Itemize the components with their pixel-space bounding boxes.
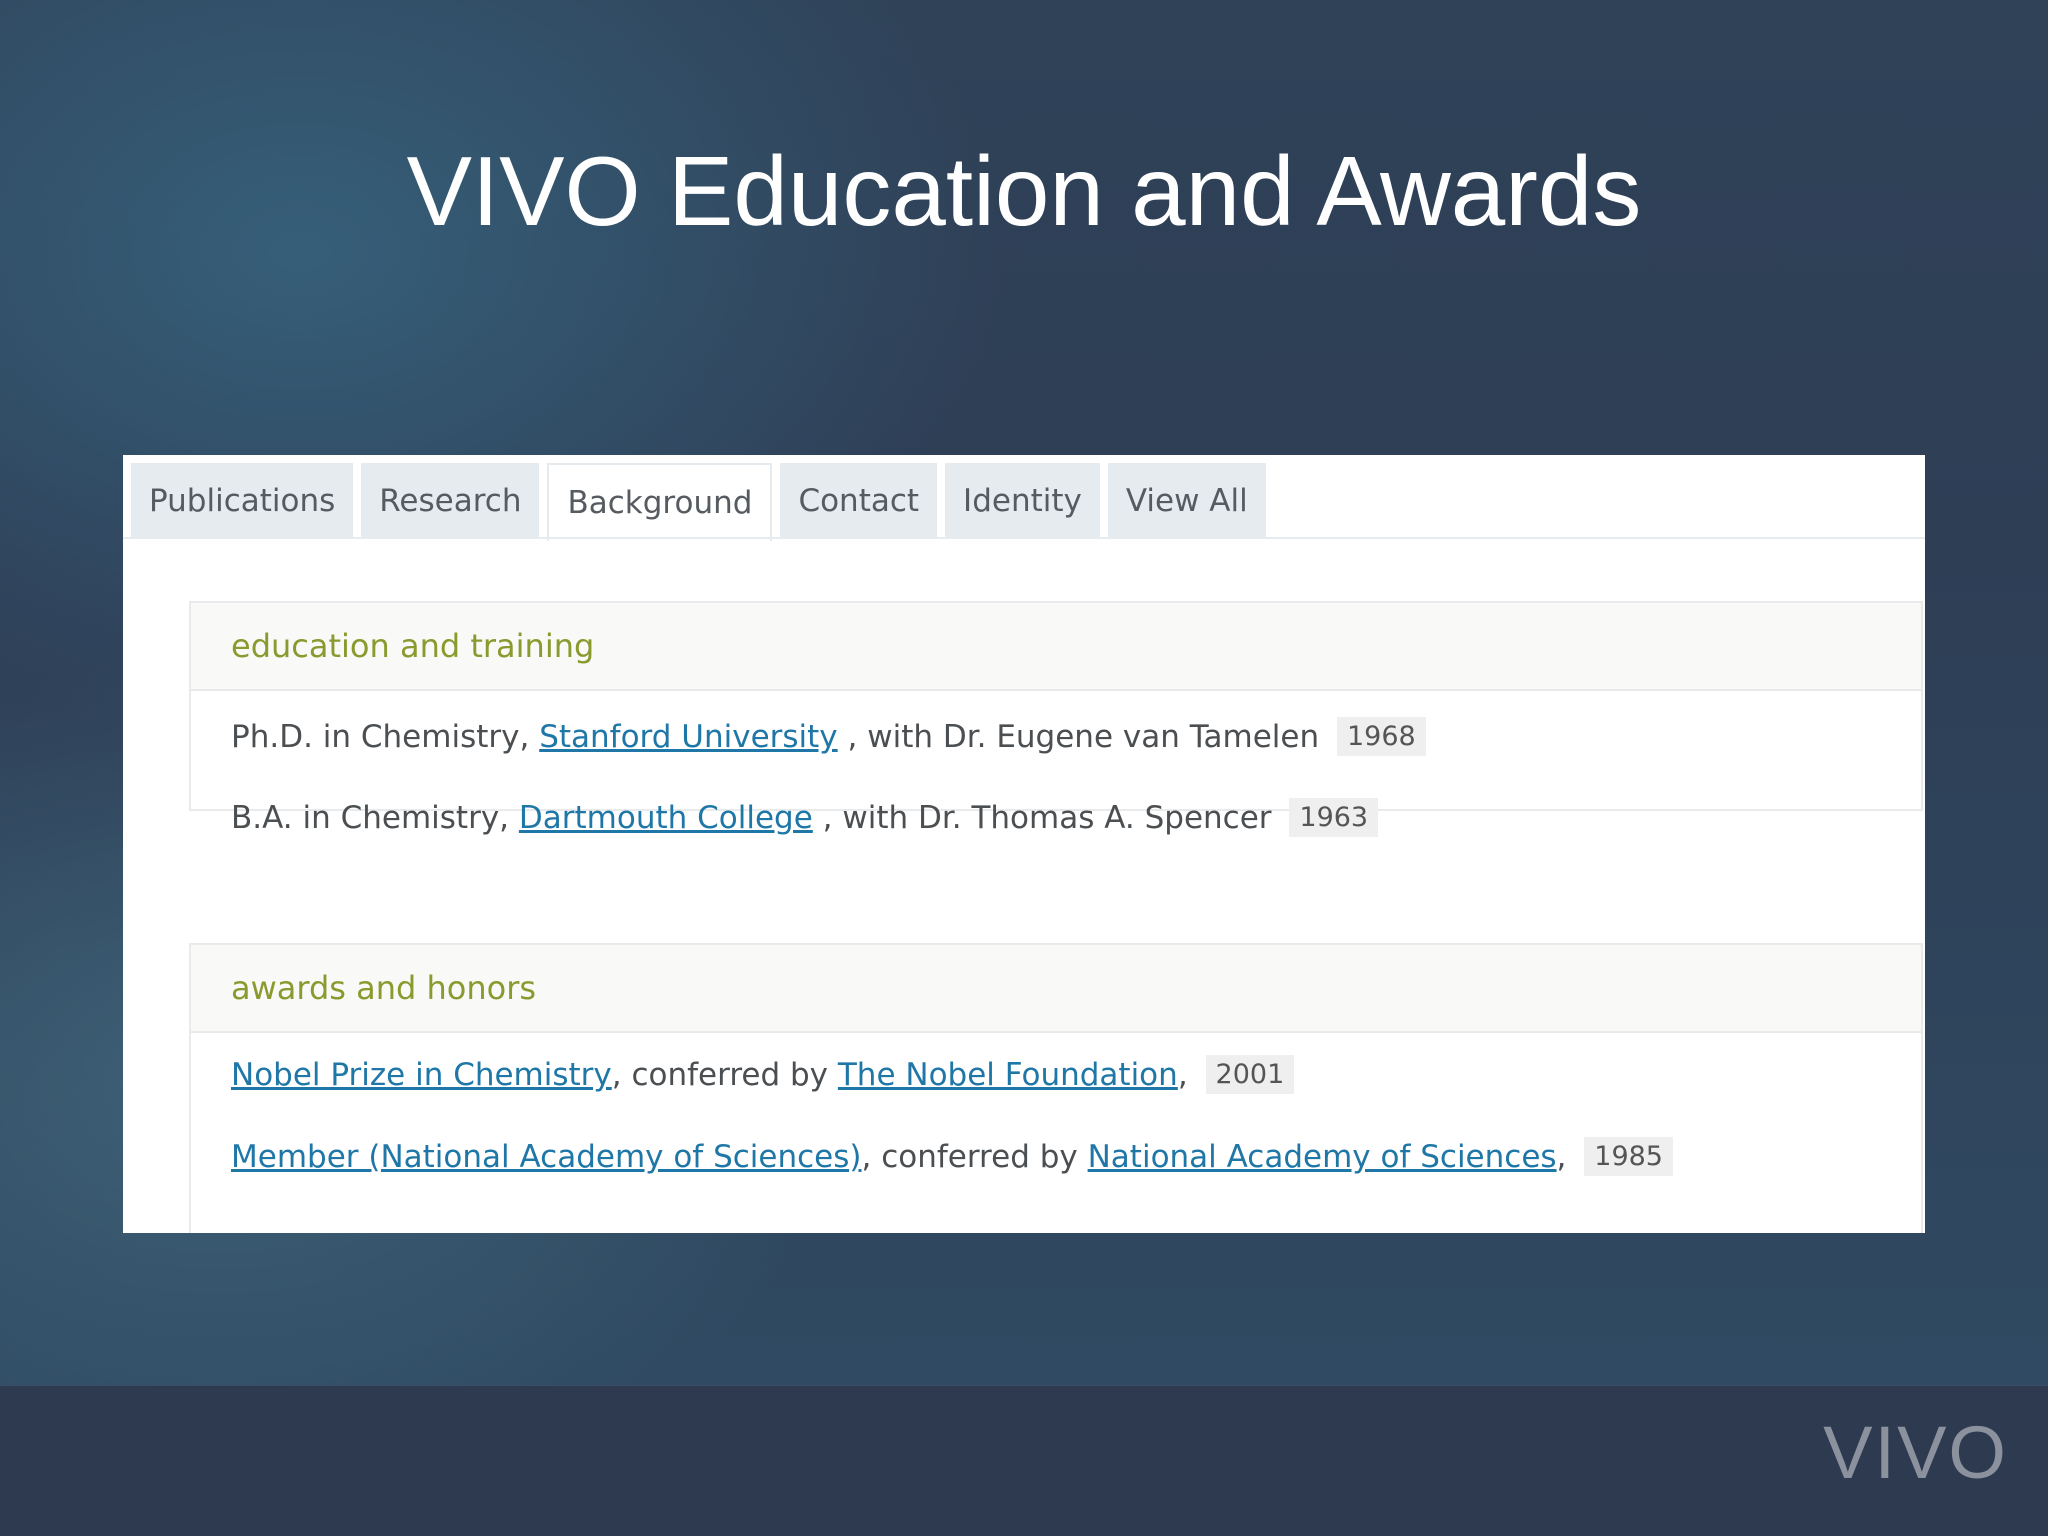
education-item: B.A. in Chemistry, Dartmouth College , w… [231,798,1379,837]
tabs-divider [123,537,1925,539]
awards-heading: awards and honors [191,945,1921,1033]
organization-link[interactable]: National Academy of Sciences [1088,1139,1557,1175]
year-badge: 1985 [1584,1137,1673,1176]
advisor-text: , with Dr. Thomas A. Spencer [822,800,1272,836]
education-heading: education and training [191,603,1921,691]
footer-bar [0,1385,2048,1536]
year-badge: 1968 [1337,717,1426,756]
advisor-text: , with Dr. Eugene van Tamelen [847,719,1320,755]
tab-view-all[interactable]: View All [1107,463,1266,539]
awards-section: awards and honors Nobel Prize in Chemist… [189,943,1923,1233]
education-item: Ph.D. in Chemistry, Stanford University … [231,717,1426,756]
degree-text: B.A. in Chemistry, [231,800,510,836]
vivo-profile-panel: Publications Research Background Contact… [123,455,1925,1233]
year-badge: 1963 [1289,798,1379,837]
institution-link[interactable]: Stanford University [539,719,837,755]
degree-text: Ph.D. in Chemistry, [231,719,530,755]
tab-research[interactable]: Research [361,463,540,539]
year-badge: 2001 [1205,1055,1295,1094]
award-link[interactable]: Nobel Prize in Chemistry [231,1057,612,1093]
tab-contact[interactable]: Contact [780,463,938,539]
vivo-logo: VIVO [1823,1411,2008,1494]
education-section: education and training Ph.D. in Chemistr… [189,601,1923,837]
profile-tabs: Publications Research Background Contact… [131,463,1266,541]
institution-link[interactable]: Dartmouth College [519,800,813,836]
tab-background[interactable]: Background [547,463,773,541]
conferred-text: , conferred by [611,1057,838,1093]
award-item: Member (National Academy of Sciences), c… [231,1137,1673,1176]
tab-identity[interactable]: Identity [945,463,1100,539]
award-link[interactable]: Member (National Academy of Sciences) [231,1139,862,1175]
tab-publications[interactable]: Publications [131,463,354,539]
conferred-text: , conferred by [861,1139,1088,1175]
organization-link[interactable]: The Nobel Foundation [838,1057,1178,1093]
slide-title: VIVO Education and Awards [406,136,1642,246]
award-item: Nobel Prize in Chemistry, conferred by T… [231,1055,1295,1094]
